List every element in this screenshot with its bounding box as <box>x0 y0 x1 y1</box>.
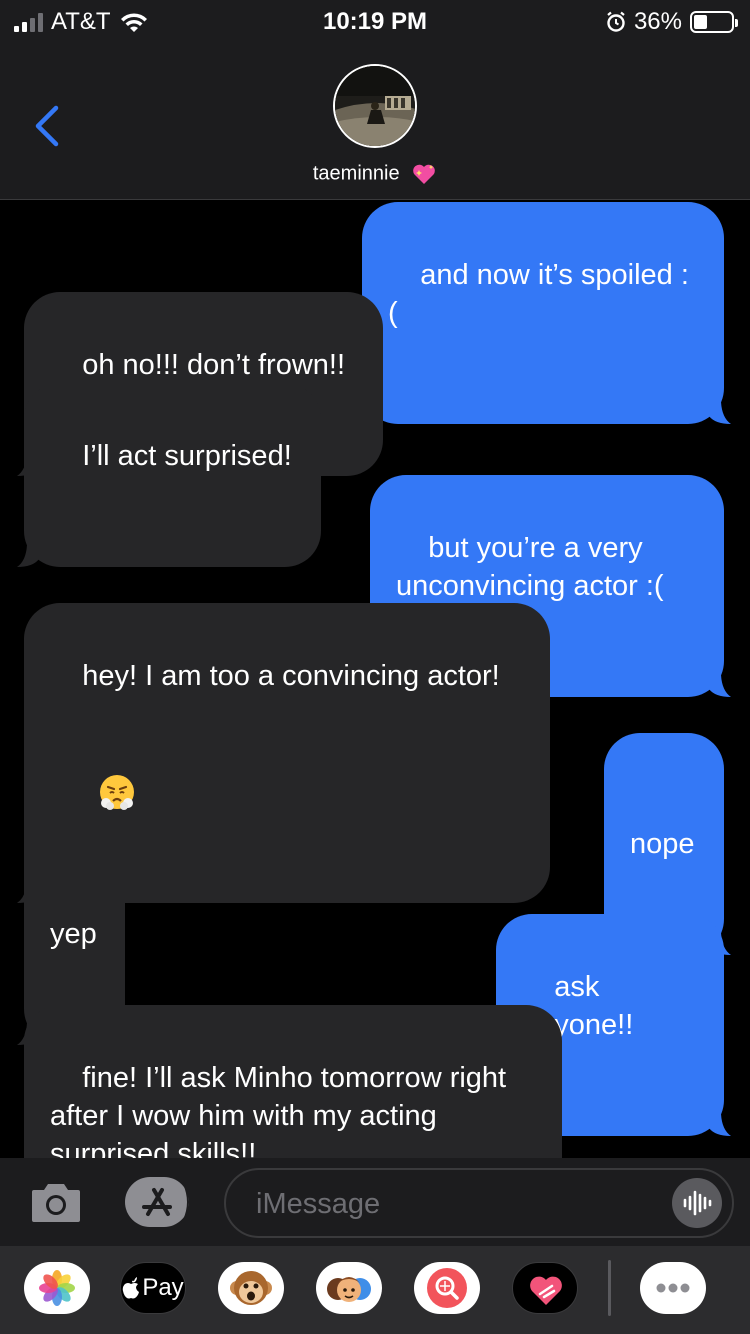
message-text: oh no!!! don’t frown!! <box>82 349 346 381</box>
app-drawer: Pay <box>0 1246 750 1334</box>
audio-message-button[interactable] <box>672 1178 722 1228</box>
message-text: hey! I am too a convincing actor! <box>82 660 500 692</box>
status-right: 36% <box>606 8 738 36</box>
battery-level <box>694 15 707 29</box>
sparkling-heart-icon <box>413 164 435 184</box>
message-thread: and now it’s spoiled :( oh no!!! don’t f… <box>0 200 750 1158</box>
contact-name[interactable]: taeminnie <box>0 162 750 186</box>
camera-icon[interactable] <box>30 1180 82 1224</box>
photos-icon[interactable] <box>24 1262 90 1314</box>
more-icon[interactable] <box>640 1262 706 1314</box>
app-store-icon[interactable] <box>124 1176 190 1228</box>
apple-logo-icon <box>123 1277 140 1299</box>
apple-pay-icon[interactable]: Pay <box>120 1262 186 1314</box>
message-bubble-received[interactable]: I’ll act surprised! <box>17 383 321 567</box>
animoji-icon[interactable] <box>218 1262 284 1314</box>
message-text: nope <box>630 828 695 860</box>
message-bubble-sent[interactable]: and now it’s spoiled :( <box>362 202 731 424</box>
bubble-tail <box>17 545 39 567</box>
message-text: and now it’s spoiled :( <box>388 259 689 329</box>
conversation-header: taeminnie <box>0 40 750 200</box>
alarm-icon <box>607 11 625 32</box>
drawer-divider <box>608 1260 611 1316</box>
message-text: yep <box>50 918 97 950</box>
bubble-tail <box>709 675 731 697</box>
waveform-icon <box>683 1190 712 1216</box>
message-text: fine! I’ll ask Minho tomorrow right afte… <box>50 1062 507 1158</box>
contact-avatar[interactable] <box>333 64 417 148</box>
back-chevron-icon[interactable] <box>32 104 60 148</box>
message-text: I’ll act surprised! <box>82 440 292 472</box>
message-text: but you’re a very unconvincing actor :( <box>396 532 664 602</box>
status-bar: AT&T 10:19 PM 36% <box>0 0 750 40</box>
compose-bar <box>0 1158 750 1246</box>
face-with-steam-icon <box>100 775 135 810</box>
bubble-tail <box>709 1114 731 1136</box>
memoji-icon[interactable] <box>316 1262 382 1314</box>
digital-touch-icon[interactable] <box>512 1262 578 1314</box>
contact-name-label: taeminnie <box>312 162 400 185</box>
message-field[interactable] <box>224 1168 734 1238</box>
message-bubble-received[interactable]: fine! I’ll ask Minho tomorrow right afte… <box>24 1005 562 1158</box>
imessage-input[interactable] <box>256 1184 656 1224</box>
apple-pay-label: Pay <box>142 1274 184 1301</box>
images-search-icon[interactable] <box>414 1262 480 1314</box>
battery-percent: 36% <box>633 8 682 35</box>
bubble-tail <box>709 402 731 424</box>
battery-icon <box>690 11 738 33</box>
